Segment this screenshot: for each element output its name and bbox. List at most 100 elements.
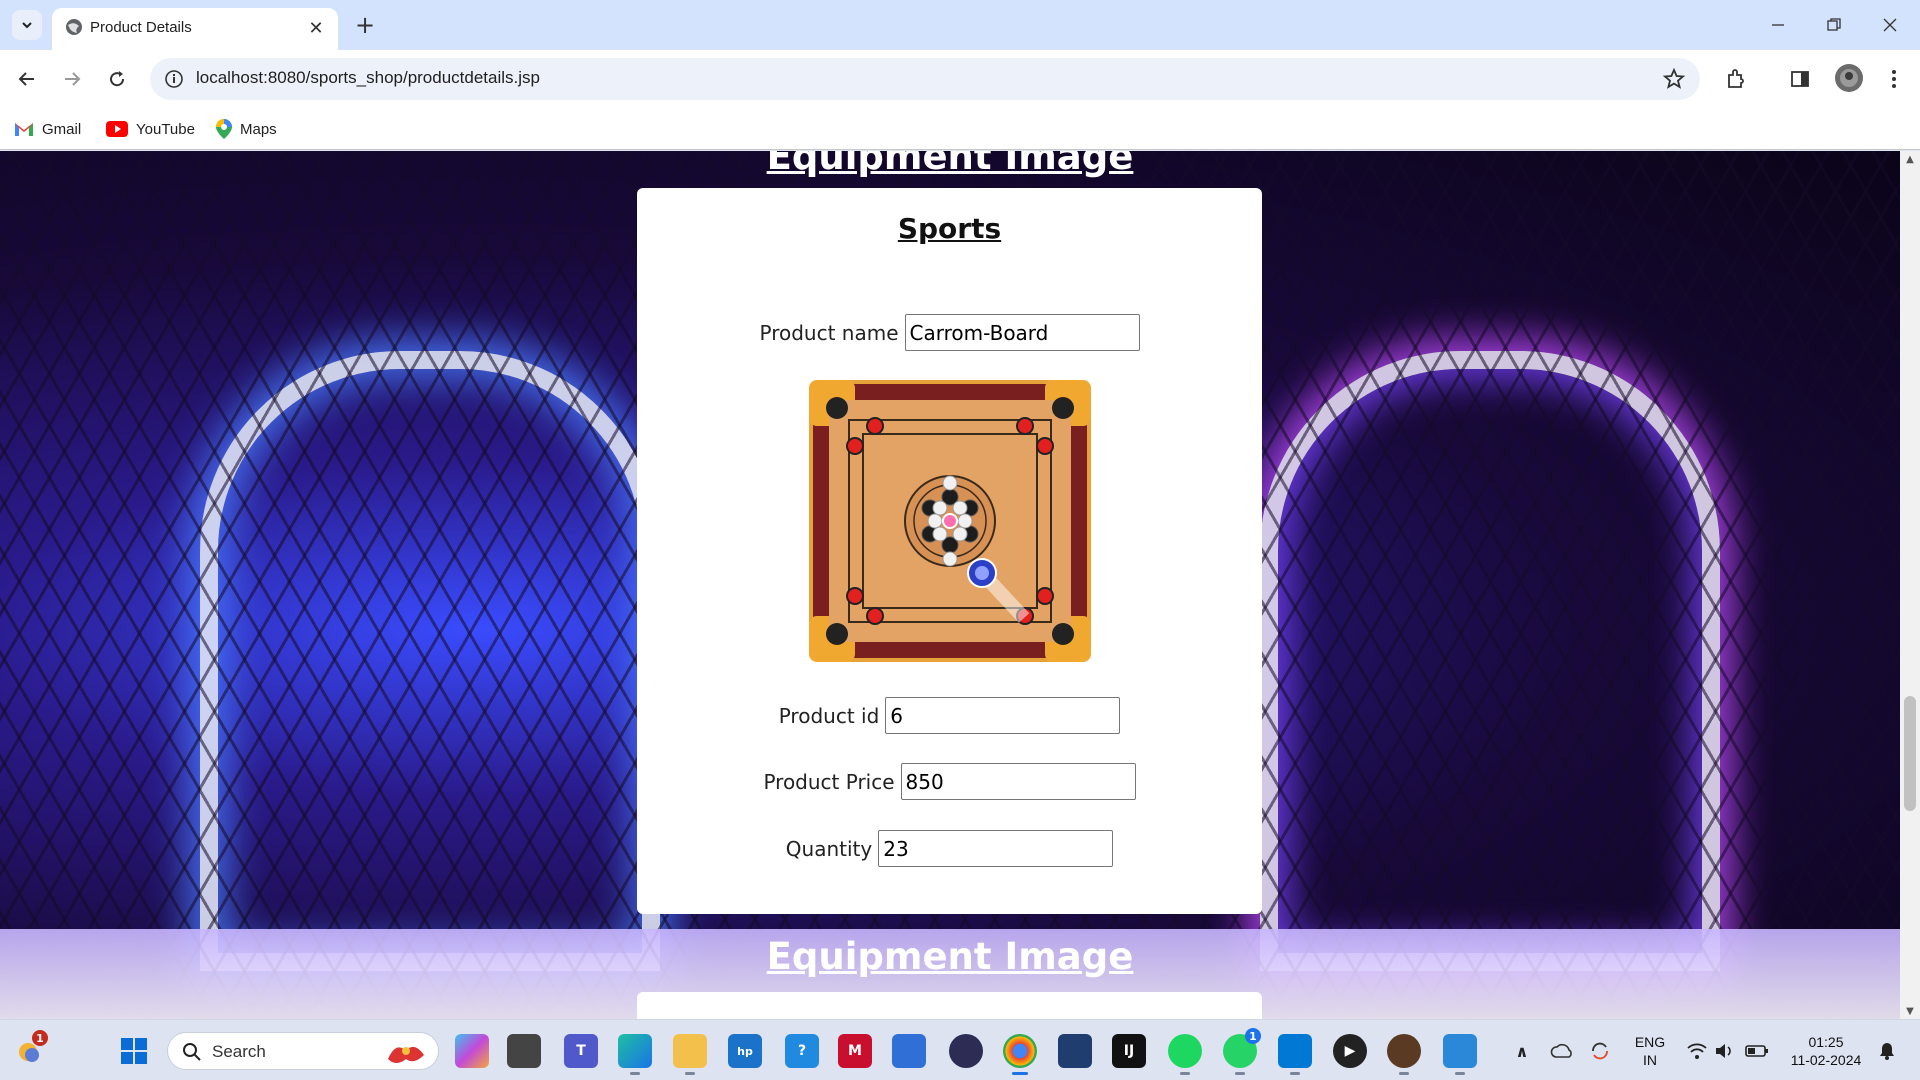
product-id-label: Product id: [778, 703, 880, 728]
product-id-row: Product id: [637, 697, 1262, 734]
task-view-icon[interactable]: [507, 1034, 541, 1068]
app-running-indicator: [1455, 1072, 1465, 1075]
page-viewport: Equipment Image Sports Product name Carr…: [0, 151, 1900, 1019]
product-name-label: Product name: [759, 320, 899, 345]
restore-button[interactable]: [1806, 0, 1862, 50]
carrom-board-image: [809, 380, 1091, 662]
minimize-button[interactable]: [1750, 0, 1806, 50]
profile-avatar[interactable]: [1835, 64, 1863, 92]
arrow-right-icon: [65, 72, 81, 86]
quantity-field[interactable]: [878, 830, 1114, 867]
teams-app-icon[interactable]: T: [564, 1034, 598, 1068]
language-indicator[interactable]: ENG IN: [1620, 1033, 1680, 1069]
browser-toolbar: localhost:8080/sports_shop/productdetail…: [0, 50, 1920, 108]
windows-taskbar: 1 Search T hp ? M IJ 1 ▶ ∧ ENG IN 01:25 …: [0, 1019, 1920, 1080]
media-player-icon[interactable]: ▶: [1333, 1034, 1367, 1068]
app-active-indicator: [1012, 1072, 1028, 1075]
extensions-icon[interactable]: [1724, 67, 1748, 91]
region-code: IN: [1643, 1052, 1657, 1068]
close-icon: [1883, 18, 1897, 32]
volume-icon[interactable]: [1708, 1034, 1742, 1068]
intellij-app-icon[interactable]: IJ: [1112, 1034, 1146, 1068]
whatsapp-badge: 1: [1245, 1028, 1261, 1044]
eclipse-app-icon[interactable]: [949, 1034, 983, 1068]
url-text[interactable]: localhost:8080/sports_shop/productdetail…: [196, 68, 540, 88]
maps-icon: [216, 119, 232, 139]
product-card: Sports Product name Carrom-Board Product…: [637, 188, 1262, 914]
show-hidden-icons-chevron-icon[interactable]: ∧: [1505, 1034, 1539, 1068]
bookmark-maps[interactable]: Maps: [216, 117, 277, 141]
start-button[interactable]: [117, 1034, 151, 1068]
language-code: ENG: [1634, 1034, 1666, 1050]
photos-app-icon[interactable]: [1443, 1034, 1477, 1075]
menu-kebab-icon[interactable]: [1882, 67, 1906, 91]
address-bar[interactable]: localhost:8080/sports_shop/productdetail…: [150, 58, 1700, 100]
whatsapp-app-icon[interactable]: 1: [1223, 1028, 1261, 1075]
reload-button[interactable]: [100, 62, 134, 96]
scrollbar-thumb[interactable]: [1904, 696, 1916, 811]
next-product-card: [637, 992, 1262, 1019]
scroll-down-arrow-icon[interactable]: ▼: [1900, 1003, 1920, 1019]
side-panel-icon[interactable]: [1788, 67, 1812, 91]
myhp-app-icon[interactable]: hp: [728, 1034, 762, 1068]
bookmarks-bar: Gmail YouTube Maps: [0, 108, 1920, 150]
onedrive-icon[interactable]: [1545, 1034, 1579, 1068]
youtube-icon: [106, 121, 128, 137]
quantity-label: Quantity: [785, 836, 873, 861]
search-label: Search: [212, 1042, 266, 1061]
help-app-icon[interactable]: ?: [785, 1034, 819, 1068]
product-name-field[interactable]: [904, 314, 1140, 351]
clock-date: 11-02-2024: [1790, 1052, 1862, 1068]
app-running-indicator: [1235, 1072, 1245, 1075]
battery-icon[interactable]: [1740, 1034, 1774, 1068]
search-icon: [183, 1043, 201, 1061]
section-heading-top: Equipment Image: [766, 151, 1134, 178]
minimize-icon: [1772, 24, 1784, 26]
forward-button[interactable]: [55, 62, 89, 96]
microsoft-store-icon[interactable]: [892, 1034, 926, 1068]
bookmark-label: YouTube: [136, 120, 195, 138]
vscode-app-icon[interactable]: [1278, 1034, 1312, 1075]
weather-widget[interactable]: 1: [12, 1030, 48, 1068]
tab-search-button[interactable]: [12, 10, 42, 40]
spotify-app-icon[interactable]: [1168, 1034, 1202, 1075]
notification-bell-icon[interactable]: [1870, 1034, 1904, 1068]
app-running-indicator: [1290, 1072, 1300, 1075]
product-price-field[interactable]: [900, 763, 1136, 800]
site-info-icon[interactable]: [164, 69, 184, 89]
section-heading-bottom: Equipment Image: [766, 935, 1134, 978]
windows-logo-icon: [121, 1038, 147, 1064]
search-highlight-icon: [388, 1046, 424, 1063]
bookmark-youtube[interactable]: YouTube: [106, 117, 195, 141]
mcafee-app-icon[interactable]: M: [838, 1034, 872, 1068]
sync-icon[interactable]: [1583, 1034, 1617, 1068]
new-tab-button[interactable]: +: [350, 10, 380, 40]
page-scrollbar[interactable]: ▲ ▼: [1900, 151, 1920, 1019]
file-explorer-icon[interactable]: [673, 1034, 707, 1075]
card-title: Sports: [897, 212, 1002, 245]
copilot-app-icon[interactable]: [455, 1034, 489, 1068]
product-price-label: Product Price: [763, 769, 895, 794]
app-running-indicator: [630, 1072, 640, 1075]
tab-bar: Product Details ✕ +: [0, 0, 1920, 50]
taskbar-search[interactable]: Search: [167, 1032, 439, 1070]
product-id-field[interactable]: [885, 697, 1121, 734]
product-price-row: Product Price: [637, 763, 1262, 800]
edge-app-icon[interactable]: [618, 1034, 652, 1075]
clock-time: 01:25: [1808, 1034, 1844, 1050]
app-running-indicator: [685, 1072, 695, 1075]
chrome-app-icon[interactable]: [1003, 1034, 1037, 1075]
tab-title: Product Details: [90, 19, 192, 36]
back-button[interactable]: [10, 62, 44, 96]
tab-product-details[interactable]: Product Details ✕: [52, 8, 338, 50]
bookmark-label: Gmail: [42, 120, 82, 138]
scroll-up-arrow-icon[interactable]: ▲: [1900, 151, 1920, 167]
clock[interactable]: 01:25 11-02-2024: [1778, 1033, 1874, 1069]
bookmark-gmail[interactable]: Gmail: [14, 117, 81, 141]
weather-badge: 1: [32, 1030, 48, 1046]
close-tab-icon[interactable]: ✕: [304, 16, 328, 40]
bookmark-star-icon[interactable]: [1662, 67, 1686, 91]
close-window-button[interactable]: [1862, 0, 1918, 50]
game-app-icon[interactable]: [1387, 1034, 1421, 1075]
mysql-workbench-icon[interactable]: [1058, 1034, 1092, 1068]
